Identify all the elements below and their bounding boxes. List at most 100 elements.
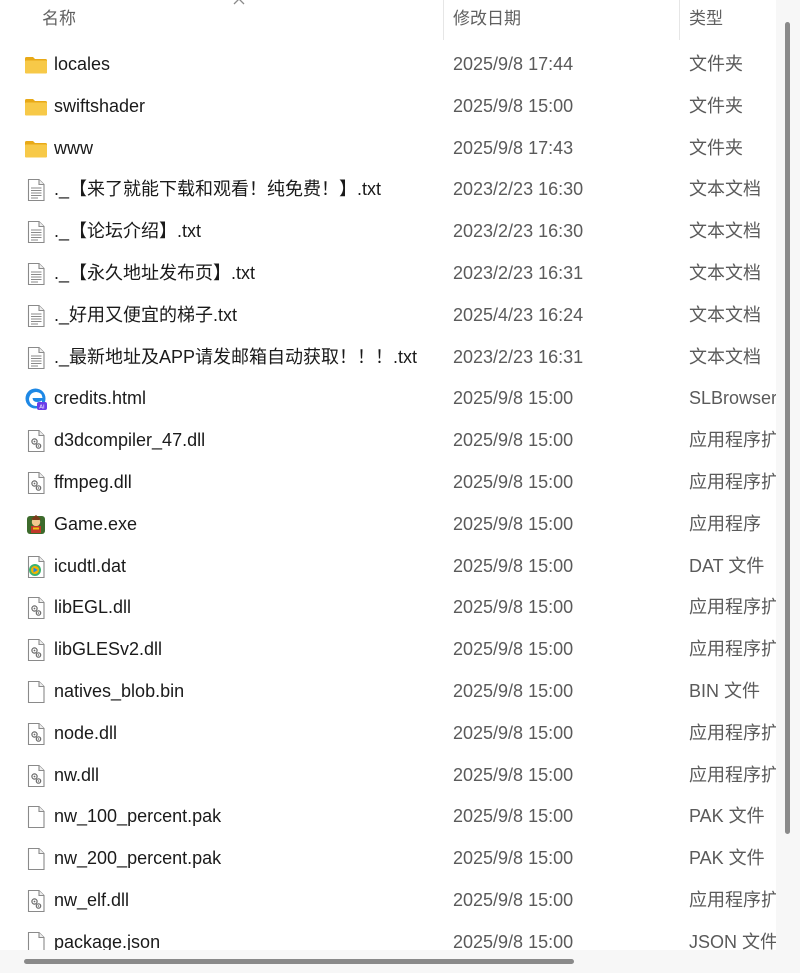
file-name: ffmpeg.dll (54, 471, 132, 492)
file-date-modified: 2023/2/23 16:30 (453, 179, 584, 200)
file-date-modified: 2025/9/8 15:00 (453, 639, 574, 660)
file-type: 应用程序扩 (689, 639, 776, 660)
file-name: swiftshader (54, 95, 146, 116)
file-type: 文本文档 (689, 262, 761, 283)
file-row[interactable]: nw_100_percent.pak 2025/9/8 15:00 PAK 文件 (0, 796, 776, 838)
file-row[interactable]: libGLESv2.dll 2025/9/8 15:00 应用程序扩 (0, 629, 776, 671)
game-exe-icon (24, 513, 48, 537)
column-header-type[interactable]: 类型 (677, 0, 777, 40)
browser-html-icon: AI (24, 387, 48, 411)
column-header-date-modified[interactable]: 修改日期 (441, 0, 681, 40)
file-row[interactable]: node.dll 2025/9/8 15:00 应用程序扩 (0, 713, 776, 755)
file-row[interactable]: www 2025/9/8 17:43 文件夹 (0, 128, 776, 170)
file-date-modified: 2025/9/8 15:00 (453, 680, 574, 701)
folder-icon (24, 137, 48, 161)
file-date-modified: 2025/9/8 15:00 (453, 889, 574, 910)
file-row[interactable]: natives_blob.bin 2025/9/8 15:00 BIN 文件 (0, 671, 776, 713)
file-name: ._【永久地址发布页】.txt (54, 262, 256, 283)
file-name: nw.dll (54, 764, 100, 785)
media-file-icon (24, 555, 48, 579)
column-header-name[interactable]: 名称 (30, 0, 444, 40)
file-type: 应用程序扩 (689, 471, 776, 492)
file-date-modified: 2025/9/8 15:00 (453, 430, 574, 451)
vertical-scrollbar[interactable] (776, 0, 800, 973)
file-date-modified: 2025/9/8 15:00 (453, 764, 574, 785)
file-type: 应用程序 (689, 513, 761, 534)
text-file-icon (24, 262, 48, 286)
blank-file-icon (24, 805, 48, 829)
dll-file-icon (24, 471, 48, 495)
file-row[interactable]: nw.dll 2025/9/8 15:00 应用程序扩 (0, 755, 776, 797)
file-date-modified: 2025/9/8 15:00 (453, 722, 574, 743)
file-name: natives_blob.bin (54, 680, 185, 701)
file-date-modified: 2025/9/8 15:00 (453, 555, 574, 576)
file-name: ._【来了就能下载和观看！纯免费！】.txt (54, 179, 382, 200)
dll-file-icon (24, 889, 48, 913)
column-header-bar: 名称 修改日期 类型 (0, 0, 776, 40)
horizontal-scrollbar-thumb[interactable] (24, 959, 574, 964)
file-list: locales 2025/9/8 17:44 文件夹 swiftshader 2025/… (0, 44, 776, 964)
dll-file-icon (24, 764, 48, 788)
file-row[interactable]: nw_elf.dll 2025/9/8 15:00 应用程序扩 (0, 880, 776, 922)
dll-file-icon (24, 722, 48, 746)
file-row[interactable]: Game.exe 2025/9/8 15:00 应用程序 (0, 504, 776, 546)
file-name: nw_100_percent.pak (54, 806, 222, 827)
folder-icon (24, 53, 48, 77)
blank-file-icon (24, 847, 48, 871)
file-type: SLBrowser (689, 388, 776, 409)
file-type: 应用程序扩 (689, 430, 776, 451)
folder-icon (24, 95, 48, 119)
file-date-modified: 2023/2/23 16:31 (453, 346, 584, 367)
file-type: 文件夹 (689, 95, 743, 116)
file-row[interactable]: icudtl.dat 2025/9/8 15:00 DAT 文件 (0, 546, 776, 588)
file-date-modified: 2025/9/8 17:43 (453, 137, 574, 158)
horizontal-scrollbar[interactable] (0, 950, 776, 973)
file-type: PAK 文件 (689, 848, 765, 869)
svg-text:AI: AI (39, 405, 45, 411)
file-name: d3dcompiler_47.dll (54, 430, 206, 451)
file-type: PAK 文件 (689, 806, 765, 827)
file-name: ._【论坛介绍】.txt (54, 221, 202, 242)
file-row[interactable]: nw_200_percent.pak 2025/9/8 15:00 PAK 文件 (0, 838, 776, 880)
file-row[interactable]: ._【永久地址发布页】.txt 2023/2/23 16:31 文本文档 (0, 253, 776, 295)
file-row[interactable]: d3dcompiler_47.dll 2025/9/8 15:00 应用程序扩 (0, 420, 776, 462)
vertical-scrollbar-thumb[interactable] (785, 22, 790, 834)
blank-file-icon (24, 680, 48, 704)
file-name: libGLESv2.dll (54, 639, 163, 660)
file-name: locales (54, 54, 111, 74)
scrollbar-corner (776, 950, 800, 973)
file-name: Game.exe (54, 513, 138, 534)
text-file-icon (24, 346, 48, 370)
file-row[interactable]: libEGL.dll 2025/9/8 15:00 应用程序扩 (0, 587, 776, 629)
file-date-modified: 2025/9/8 15:00 (453, 848, 574, 869)
file-type: 文本文档 (689, 304, 761, 325)
file-row[interactable]: ._最新地址及APP请发邮箱自动获取！！！.txt 2023/2/23 16:31… (0, 337, 776, 379)
file-type: 文件夹 (689, 54, 743, 74)
file-type: BIN 文件 (689, 680, 761, 701)
file-name: credits.html (54, 388, 147, 409)
file-type: 应用程序扩 (689, 889, 776, 910)
file-row[interactable]: AI credits.html 2025/9/8 15:00 SLBrowser (0, 378, 776, 420)
file-name: libEGL.dll (54, 597, 132, 618)
file-date-modified: 2025/9/8 15:00 (453, 471, 574, 492)
file-name: ._最新地址及APP请发邮箱自动获取！！！.txt (54, 346, 418, 367)
file-date-modified: 2025/9/8 15:00 (453, 597, 574, 618)
file-name: www (54, 137, 93, 158)
file-row[interactable]: ._好用又便宜的梯子.txt 2025/4/23 16:24 文本文档 (0, 295, 776, 337)
text-file-icon (24, 304, 48, 328)
file-name: nw_elf.dll (54, 889, 130, 910)
file-row[interactable]: ffmpeg.dll 2025/9/8 15:00 应用程序扩 (0, 462, 776, 504)
file-type: 文本文档 (689, 221, 761, 242)
file-type: DAT 文件 (689, 555, 765, 576)
file-date-modified: 2025/9/8 15:00 (453, 388, 574, 409)
file-name: icudtl.dat (54, 555, 127, 576)
file-row[interactable]: locales 2025/9/8 17:44 文件夹 (0, 44, 776, 86)
file-date-modified: 2023/2/23 16:31 (453, 262, 584, 283)
file-row[interactable]: swiftshader 2025/9/8 15:00 文件夹 (0, 86, 776, 128)
file-type: 文本文档 (689, 346, 761, 367)
file-row[interactable]: ._【来了就能下载和观看！纯免费！】.txt 2023/2/23 16:30 文本文… (0, 169, 776, 211)
file-type: 应用程序扩 (689, 722, 776, 743)
file-date-modified: 2025/9/8 15:00 (453, 95, 574, 116)
file-row[interactable]: ._【论坛介绍】.txt 2023/2/23 16:30 文本文档 (0, 211, 776, 253)
sort-ascending-icon (233, 0, 245, 5)
